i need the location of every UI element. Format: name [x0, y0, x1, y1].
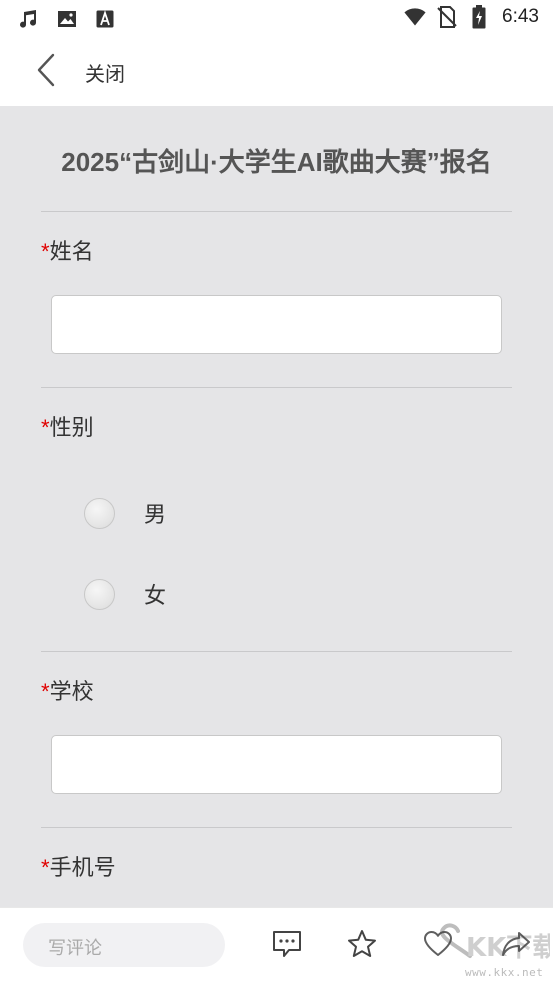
field-label-name: *姓名: [41, 234, 94, 266]
battery-charging-icon: [468, 5, 490, 29]
comment-bubble-icon[interactable]: [271, 928, 303, 960]
font-a-icon: [94, 8, 116, 30]
bottom-action-bar: 写评论 KK下载 www.kkx.net: [0, 907, 553, 983]
required-mark: *: [41, 855, 50, 880]
divider: [41, 827, 512, 828]
required-mark: *: [41, 679, 50, 704]
comment-input[interactable]: 写评论: [23, 923, 225, 967]
divider: [41, 651, 512, 652]
school-input[interactable]: [51, 735, 502, 794]
wifi-icon: [404, 6, 426, 28]
field-label-school: *学校: [41, 674, 94, 706]
field-label-gender: *性别: [41, 410, 94, 442]
field-label-text: 姓名: [49, 240, 94, 265]
field-label-text: 学校: [49, 680, 94, 705]
no-sim-icon: [436, 6, 458, 28]
field-label-phone: *手机号: [41, 850, 116, 882]
status-bar: 6:43: [0, 0, 553, 38]
image-icon: [56, 8, 78, 30]
close-button[interactable]: 关闭: [85, 58, 125, 87]
back-button[interactable]: [26, 52, 66, 92]
status-time: 6:43: [502, 6, 539, 27]
required-mark: *: [41, 415, 50, 440]
form-content: 2025“古剑山·大学生AI歌曲大赛”报名 *姓名 *性别 男 女 *学校 *手…: [0, 106, 553, 907]
divider: [41, 387, 512, 388]
form-title: 2025“古剑山·大学生AI歌曲大赛”报名: [61, 147, 492, 177]
nav-bar: 关闭: [0, 38, 553, 106]
comment-placeholder: 写评论: [48, 938, 102, 959]
field-label-text: 性别: [49, 416, 94, 441]
watermark-url: www.kkx.net: [465, 966, 544, 979]
divider: [41, 211, 512, 212]
name-input[interactable]: [51, 295, 502, 354]
radio-male[interactable]: [84, 498, 115, 529]
music-note-icon: [18, 8, 40, 30]
required-mark: *: [41, 239, 50, 264]
share-icon[interactable]: [500, 928, 532, 960]
radio-label-female[interactable]: 女: [144, 578, 166, 610]
chevron-left-icon: [36, 53, 56, 91]
radio-label-male[interactable]: 男: [144, 497, 166, 529]
heart-icon[interactable]: [422, 928, 454, 960]
field-label-text: 手机号: [49, 856, 116, 881]
star-icon[interactable]: [346, 928, 378, 960]
radio-female[interactable]: [84, 579, 115, 610]
